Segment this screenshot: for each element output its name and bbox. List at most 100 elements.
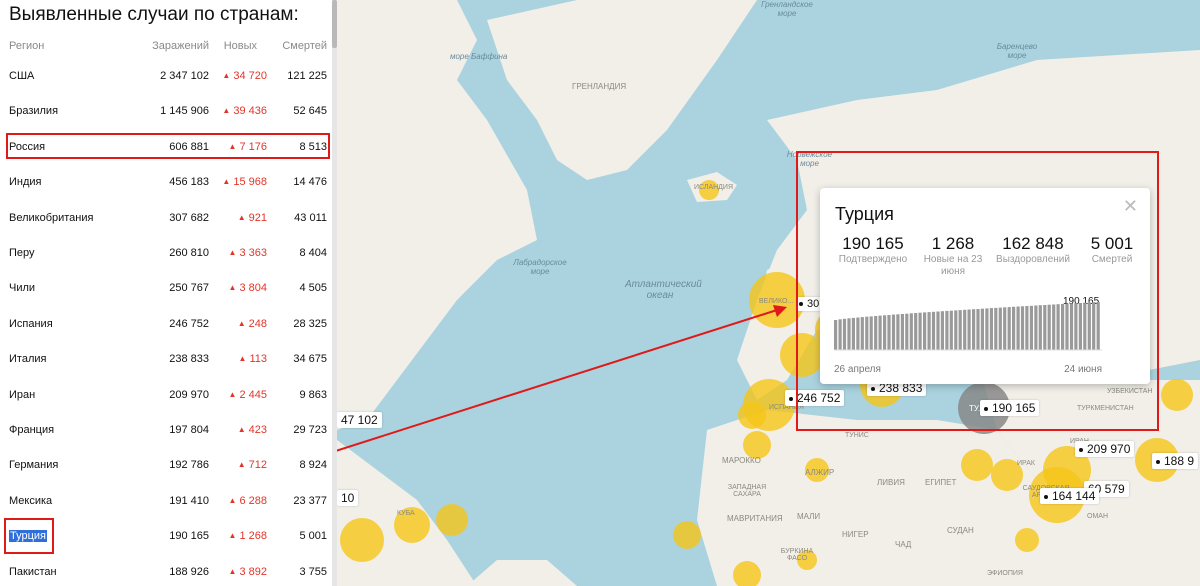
bubble-label-iran[interactable]: 209 970: [1075, 441, 1135, 457]
bubble-value: 209 970: [1087, 442, 1131, 456]
table-row[interactable]: Мексика 191 410 6 288 23 377: [0, 483, 332, 518]
table-row[interactable]: Франция 197 804 423 29 723: [0, 412, 332, 447]
land-label-egypt: ЕГИПЕТ: [925, 478, 957, 487]
land-label-algeria: АЛЖИР: [805, 468, 835, 477]
cell-cases: 456 183: [169, 176, 209, 189]
cell-deaths: 23 377: [293, 494, 327, 507]
cell-country[interactable]: Чили: [9, 282, 35, 294]
bubble-egypt: [961, 449, 993, 481]
land-label-western-sahara: ЗАПАДНАЯ САХАРА: [727, 484, 767, 498]
table-row[interactable]: Чили 250 767 3 804 4 505: [0, 270, 332, 305]
south-america-landmass: [467, 560, 577, 586]
land-label-mauritania: МАВРИТАНИЯ: [727, 514, 783, 523]
cell-country[interactable]: Франция: [9, 424, 54, 436]
table-row[interactable]: Германия 192 786 712 8 924: [0, 447, 332, 482]
cell-deaths: 34 675: [293, 353, 327, 366]
panel-title: Выявленные случаи по странам:: [9, 4, 299, 25]
cell-new-cases: 34 720: [222, 70, 267, 82]
cell-deaths: 4 505: [299, 282, 327, 295]
cell-cases: 250 767: [169, 282, 209, 295]
water-label-greenland-sea: Гренландское море: [761, 0, 813, 18]
cell-new-cases: 3 892: [229, 566, 267, 578]
cell-new-cases: 712: [238, 459, 267, 471]
cell-country[interactable]: Испания: [9, 318, 53, 330]
bubble-value: 47 102: [341, 413, 378, 427]
cell-deaths: 5 001: [299, 530, 327, 543]
cell-cases: 238 833: [169, 353, 209, 366]
header-deaths[interactable]: Смертей: [282, 40, 327, 52]
bubble-dot: [789, 396, 793, 401]
cell-cases: 246 752: [169, 317, 209, 330]
bubble-kaz: [1161, 379, 1193, 411]
cell-country[interactable]: Мексика: [9, 495, 52, 507]
land-label-greenland: ГРЕНЛАНДИЯ: [572, 82, 627, 91]
land-label-sudan: СУДАН: [947, 526, 974, 535]
cell-deaths: 3 755: [299, 565, 327, 578]
bubble-colombia: [673, 521, 701, 549]
land-label-mali: МАЛИ: [797, 512, 821, 521]
bubble-dot: [1044, 494, 1048, 499]
table-row[interactable]: Испания 246 752 248 28 325: [0, 306, 332, 341]
cell-cases: 191 410: [169, 494, 209, 507]
header-region[interactable]: Регион: [9, 40, 44, 52]
bubble-label-pakistan[interactable]: 188 9: [1152, 453, 1199, 469]
bubble-label-mexico[interactable]: 10: [337, 490, 359, 506]
bubble-portugal: [738, 401, 766, 429]
table-row[interactable]: Перу 260 810 3 363 8 404: [0, 235, 332, 270]
cell-deaths: 121 225: [287, 70, 327, 82]
cell-deaths: 9 863: [299, 388, 327, 401]
table-row[interactable]: Италия 238 833 113 34 675: [0, 341, 332, 376]
land-label-oman: ОМАН: [1087, 513, 1108, 520]
cell-new-cases: 423: [238, 424, 267, 436]
bubble-africa-e: [1015, 528, 1039, 552]
cell-cases: 209 970: [169, 388, 209, 401]
cell-deaths: 8 924: [299, 459, 327, 472]
cell-country[interactable]: Бразилия: [9, 105, 58, 117]
cell-deaths: 43 011: [294, 211, 327, 224]
cell-deaths: 8 404: [299, 247, 327, 259]
bubble-label-saudi[interactable]: 164 144: [1040, 488, 1100, 504]
highlight-turkey-cell: [4, 518, 54, 554]
highlight-popup: [796, 151, 1159, 431]
cell-new-cases: 921: [238, 212, 267, 224]
land-label-iraq: ИРАК: [1017, 460, 1035, 467]
cell-country[interactable]: Пакистан: [9, 566, 57, 578]
cell-country[interactable]: Великобритания: [9, 212, 93, 224]
land-label-morocco: МАРОККО: [722, 456, 761, 465]
cell-deaths: 14 476: [293, 176, 327, 189]
cell-deaths: 29 723: [293, 424, 327, 436]
table-row[interactable]: Пакистан 188 926 3 892 3 755: [0, 554, 332, 586]
bubble-caribbean-2: [436, 504, 468, 536]
cell-country[interactable]: Германия: [9, 459, 58, 471]
cell-new-cases: 3 363: [229, 247, 267, 259]
cell-country[interactable]: США: [9, 70, 34, 82]
table-row[interactable]: Великобритания 307 682 921 43 011: [0, 200, 332, 235]
cell-cases: 197 804: [169, 424, 209, 436]
cell-cases: 188 926: [169, 565, 209, 578]
cell-cases: 1 145 906: [160, 105, 209, 118]
header-new[interactable]: Новых: [224, 40, 257, 52]
cell-country[interactable]: Перу: [9, 247, 35, 259]
cell-new-cases: 6 288: [229, 495, 267, 507]
cell-country[interactable]: Италия: [9, 353, 46, 365]
land-label-libya: ЛИВИЯ: [877, 478, 905, 487]
cell-new-cases: 1 268: [229, 530, 267, 542]
cell-deaths: 52 645: [293, 105, 327, 118]
highlight-russia-row: [6, 133, 330, 159]
table-row[interactable]: Иран 209 970 2 445 9 863: [0, 377, 332, 412]
land-label-chad: ЧАД: [895, 540, 912, 549]
table-row[interactable]: Бразилия 1 145 906 39 436 52 645: [0, 93, 332, 128]
cell-new-cases: 39 436: [222, 105, 267, 117]
land-label-uk: ВЕЛИКО...: [759, 298, 794, 305]
cell-cases: 307 682: [169, 211, 209, 224]
cell-deaths: 28 325: [293, 317, 327, 330]
land-label-niger: НИГЕР: [842, 530, 869, 539]
bubble-label-usa[interactable]: 47 102: [337, 412, 382, 428]
table-row[interactable]: Индия 456 183 15 968 14 476: [0, 164, 332, 199]
cell-new-cases: 113: [239, 353, 267, 365]
header-cases[interactable]: Заражений: [152, 40, 209, 52]
cell-new-cases: 3 804: [229, 282, 267, 294]
cell-country[interactable]: Индия: [9, 176, 42, 188]
table-row[interactable]: США 2 347 102 34 720 121 225: [0, 58, 332, 93]
cell-country[interactable]: Иран: [9, 389, 35, 401]
